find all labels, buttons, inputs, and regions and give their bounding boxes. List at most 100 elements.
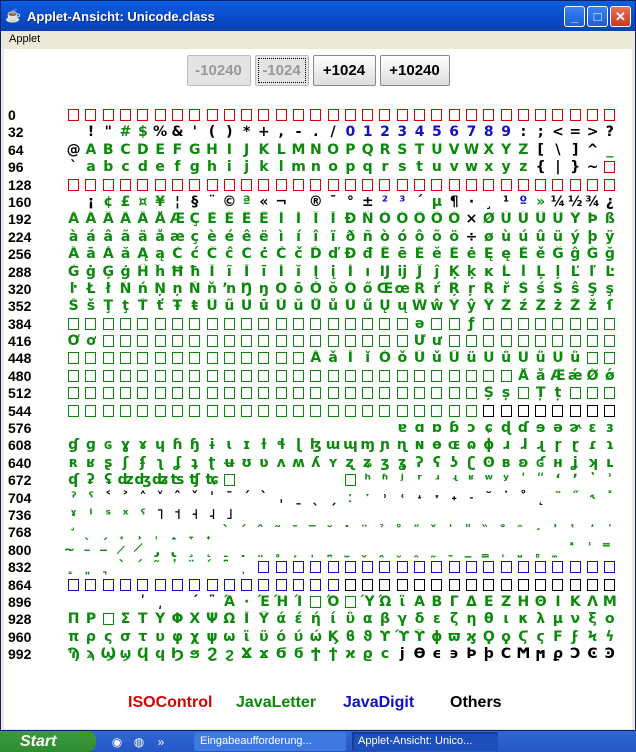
unicode-cell: Ž xyxy=(570,298,581,315)
unicode-cell xyxy=(151,577,168,594)
minimize-button[interactable]: _ xyxy=(564,5,585,27)
unicode-cell xyxy=(273,368,290,385)
unicode-cell xyxy=(376,385,393,402)
unicode-cell: ̳ xyxy=(480,542,497,559)
unicode-cell: ± xyxy=(361,193,374,210)
unicode-cell: š xyxy=(86,298,96,315)
missing-glyph-icon xyxy=(258,369,270,382)
missing-glyph-icon xyxy=(120,578,132,591)
unicode-cell: Ī xyxy=(244,263,250,280)
missing-glyph-icon xyxy=(379,369,391,382)
unicode-cell: ʦ xyxy=(170,472,185,489)
unicode-cell: ʆ xyxy=(173,454,182,471)
row-label: 448 xyxy=(8,350,32,367)
unicode-cell xyxy=(411,177,428,194)
unicode-cell xyxy=(290,350,307,367)
explorer-icon[interactable]: ◉ xyxy=(108,734,126,750)
missing-glyph-icon xyxy=(189,317,201,330)
missing-glyph-icon xyxy=(310,178,322,191)
grid-row: 672 ʠ ʡ ʢ ʣ ʤ ʥ ʦ ʧ ʨ ʰ ʱ ʲ ʳ ʴ ʵ ʶ ʷ ʸ ʹ ʺ ʻ ʼ ʽ ʾ xyxy=(4,472,632,489)
missing-glyph-icon xyxy=(189,352,201,365)
grid-row: 64 @ A B C D E F G H I J K L M N O P Q R S T U V W X Y Z [\] ^ _ xyxy=(4,142,632,159)
start-button[interactable]: Start xyxy=(0,731,96,752)
unicode-cell: ­ xyxy=(290,194,307,211)
row-label: 384 xyxy=(8,315,32,332)
unicode-cell: ; xyxy=(537,124,544,141)
missing-glyph-icon xyxy=(206,404,218,417)
missing-glyph-icon xyxy=(465,578,477,591)
unicode-cell xyxy=(65,594,82,611)
maximize-button[interactable]: □ xyxy=(587,5,608,27)
menu-applet[interactable]: Applet xyxy=(9,33,40,45)
unicode-cell: ̲ xyxy=(463,542,480,559)
title-bar[interactable]: ☕ Applet-Ansicht: Unicode.class _ □ ✕ xyxy=(1,1,635,31)
unicode-cell xyxy=(428,316,445,333)
unicode-cell: X xyxy=(483,141,495,158)
unicode-cell xyxy=(411,368,428,385)
unicode-cell: ̋ xyxy=(411,524,428,541)
unicode-cell: ɕ xyxy=(484,420,493,437)
unicode-cell: ˕ xyxy=(433,489,441,506)
unicode-cell: Š xyxy=(68,298,79,315)
unicode-cell xyxy=(342,507,359,524)
unicode-cell: Ŕ xyxy=(414,280,425,297)
close-button[interactable]: ✕ xyxy=(610,5,631,27)
minus-10240-button[interactable]: -10240 xyxy=(186,55,251,86)
missing-glyph-icon xyxy=(102,578,114,591)
unicode-cell xyxy=(238,333,255,350)
missing-glyph-icon xyxy=(137,404,149,417)
missing-glyph-icon xyxy=(154,352,166,365)
unicode-cell: ! xyxy=(87,124,95,141)
missing-glyph-icon xyxy=(431,178,443,191)
missing-glyph-icon xyxy=(414,369,426,382)
unicode-cell: Ι xyxy=(555,593,561,610)
unicode-cell xyxy=(324,177,341,194)
unicode-cell: τ xyxy=(138,628,148,645)
unicode-cell: õ xyxy=(432,228,442,245)
unicode-cell: λ xyxy=(536,611,546,628)
minus-1024-button[interactable]: -1024 xyxy=(254,55,309,86)
unicode-cell: ʂ xyxy=(104,454,113,471)
unicode-cell xyxy=(480,403,497,420)
unicode-cell xyxy=(549,403,566,420)
unicode-cell xyxy=(584,177,601,194)
task-command-prompt[interactable]: Eingabeaufforderung... xyxy=(194,732,346,751)
unicode-cell xyxy=(428,403,445,420)
unicode-cell xyxy=(463,403,480,420)
firefox-icon[interactable]: ◍ xyxy=(130,734,148,750)
unicode-cell: µ xyxy=(431,193,443,210)
plus-1024-button[interactable]: +1024 xyxy=(312,55,376,86)
unicode-cell: ģ xyxy=(120,263,131,280)
unicode-cell: k xyxy=(259,159,269,176)
unicode-cell: ǖ xyxy=(466,350,477,367)
missing-glyph-icon xyxy=(362,404,374,417)
unicode-cell xyxy=(273,577,290,594)
task-applet-viewer[interactable]: Applet-Ansicht: Unico... xyxy=(352,732,498,751)
unicode-cell: ʤ xyxy=(134,472,152,489)
unicode-cell: Ϩ xyxy=(206,646,218,663)
unicode-cell xyxy=(290,577,307,594)
unicode-cell: Ϛ xyxy=(518,628,529,645)
unicode-cell: È xyxy=(207,211,217,228)
unicode-cell xyxy=(203,177,220,194)
unicode-cell xyxy=(203,333,220,350)
unicode-cell xyxy=(273,472,290,489)
unicode-cell: Ǻ xyxy=(517,367,529,384)
missing-glyph-icon xyxy=(483,561,495,574)
row-label: 352 xyxy=(8,298,32,315)
unicode-cell: Ǒ xyxy=(379,350,391,367)
more-icon[interactable]: » xyxy=(152,734,170,750)
grid-row: 448 Ǎǎ Ǐǐ Ǒǒ Ǔǔ Ǖǖ Ǘǘ Ǚǚ Ǜǜ xyxy=(4,350,632,367)
plus-10240-button[interactable]: +10240 xyxy=(379,55,450,86)
row-cells: ʠʡʢʣʤʥʦʧʨ ʰʱʲʳʴʵʶʷʸʹʺʻʼʽʾ xyxy=(65,472,619,489)
unicode-cell: ʌ xyxy=(276,454,286,471)
row-cells: à á â ã ä å æ ç è é ê ë ì í î ï ð ñ ò ó ô õ ö ÷ ø ù ú û ü ý þ ÿ xyxy=(65,229,619,246)
unicode-cell: ʏ xyxy=(328,454,339,471)
unicode-cell xyxy=(134,368,151,385)
unicode-cell: η xyxy=(466,611,477,628)
missing-glyph-icon xyxy=(587,561,599,574)
unicode-cell: 2 xyxy=(380,124,390,141)
unicode-cell: ̫ xyxy=(342,542,359,559)
missing-glyph-icon xyxy=(535,561,547,574)
missing-glyph-icon xyxy=(379,404,391,417)
